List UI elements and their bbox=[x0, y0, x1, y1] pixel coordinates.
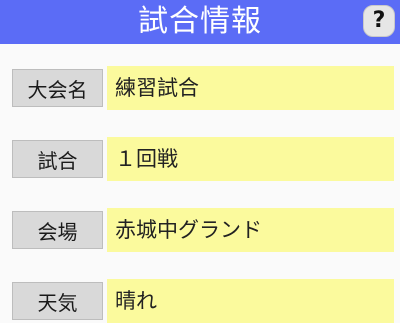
help-button[interactable]: ? bbox=[363, 5, 395, 37]
field-row-tournament-name: 大会名 練習試合 bbox=[12, 66, 394, 110]
field-label: 天気 bbox=[12, 282, 103, 320]
venue-field[interactable]: 赤城中グランド bbox=[107, 208, 394, 252]
page-title: 試合情報 bbox=[138, 4, 262, 39]
field-label: 試合 bbox=[12, 140, 103, 178]
field-label: 会場 bbox=[12, 211, 103, 249]
field-row-match: 試合 １回戦 bbox=[12, 137, 394, 181]
field-row-venue: 会場 赤城中グランド bbox=[12, 208, 394, 252]
field-label: 大会名 bbox=[12, 69, 103, 107]
field-row-weather: 天気 晴れ bbox=[12, 279, 394, 323]
title-bar: 試合情報 ? bbox=[0, 0, 400, 44]
weather-field[interactable]: 晴れ bbox=[107, 279, 394, 323]
help-icon: ? bbox=[372, 8, 386, 33]
tournament-name-field[interactable]: 練習試合 bbox=[107, 66, 394, 110]
match-field[interactable]: １回戦 bbox=[107, 137, 394, 181]
